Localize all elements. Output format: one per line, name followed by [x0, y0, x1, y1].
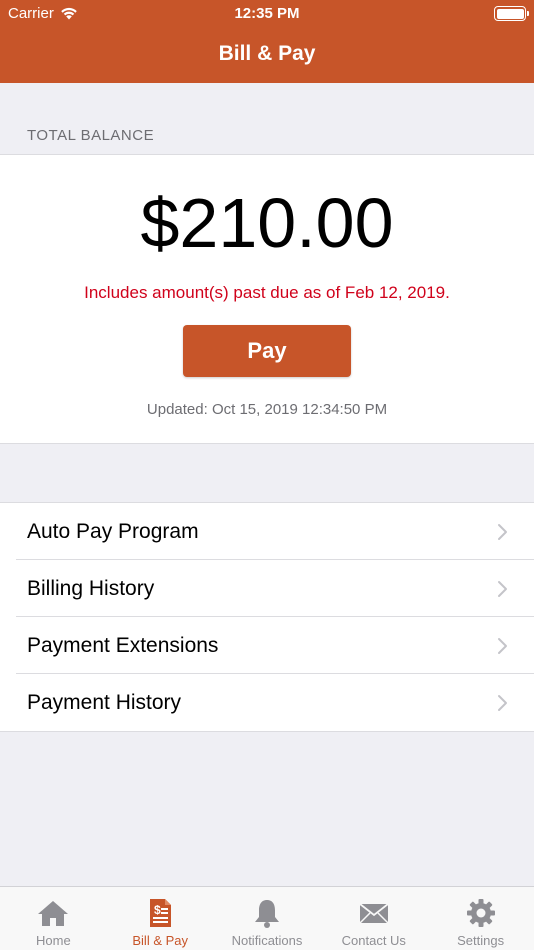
bill-icon: $: [150, 899, 172, 927]
status-bar: Carrier 12:35 PM: [0, 0, 534, 28]
gear-icon: [466, 899, 495, 927]
pay-button[interactable]: Pay: [183, 325, 351, 377]
balance-amount: $210.00: [140, 184, 394, 262]
status-time: 12:35 PM: [234, 5, 300, 22]
svg-text:$: $: [154, 903, 161, 917]
past-due-notice: Includes amount(s) past due as of Feb 12…: [84, 283, 450, 302]
tab-notifications[interactable]: Notifications: [214, 887, 321, 950]
menu-item-payment-extensions[interactable]: Payment Extensions: [0, 617, 534, 674]
navigation-header: Carrier 12:35 PM Bill & Pay: [0, 0, 534, 83]
envelope-icon: [359, 903, 389, 924]
chevron-right-icon: [498, 638, 507, 654]
chevron-right-icon: [498, 581, 507, 597]
tab-label: Notifications: [231, 933, 303, 948]
menu-item-billing-history[interactable]: Billing History: [0, 560, 534, 617]
bell-icon: [254, 900, 279, 928]
menu-item-label: Auto Pay Program: [27, 519, 199, 543]
tab-label: Home: [36, 933, 71, 948]
menu-item-label: Billing History: [27, 576, 155, 600]
tab-bar: Home $ Bill & Pay Notifications Contact …: [0, 886, 534, 950]
billing-menu: Auto Pay Program Billing History Payment…: [0, 502, 534, 732]
tab-bill-pay[interactable]: $ Bill & Pay: [107, 887, 214, 950]
tab-label: Settings: [457, 933, 505, 948]
tab-label: Bill & Pay: [132, 933, 189, 948]
page-title: Bill & Pay: [218, 42, 316, 65]
menu-item-payment-history[interactable]: Payment History: [0, 674, 534, 731]
menu-item-auto-pay[interactable]: Auto Pay Program: [0, 503, 534, 560]
tab-contact-us[interactable]: Contact Us: [320, 887, 427, 950]
tab-label: Contact Us: [341, 933, 406, 948]
tab-home[interactable]: Home: [0, 887, 107, 950]
tab-settings[interactable]: Settings: [427, 887, 534, 950]
menu-item-label: Payment Extensions: [27, 633, 219, 657]
chevron-right-icon: [498, 695, 507, 711]
balance-card: $210.00 Includes amount(s) past due as o…: [0, 154, 534, 444]
total-balance-label: TOTAL BALANCE: [27, 127, 155, 144]
battery-icon: [494, 6, 529, 21]
home-icon: [38, 901, 69, 926]
chevron-right-icon: [498, 524, 507, 540]
menu-item-label: Payment History: [27, 690, 182, 714]
updated-timestamp: Updated: Oct 15, 2019 12:34:50 PM: [146, 401, 388, 418]
